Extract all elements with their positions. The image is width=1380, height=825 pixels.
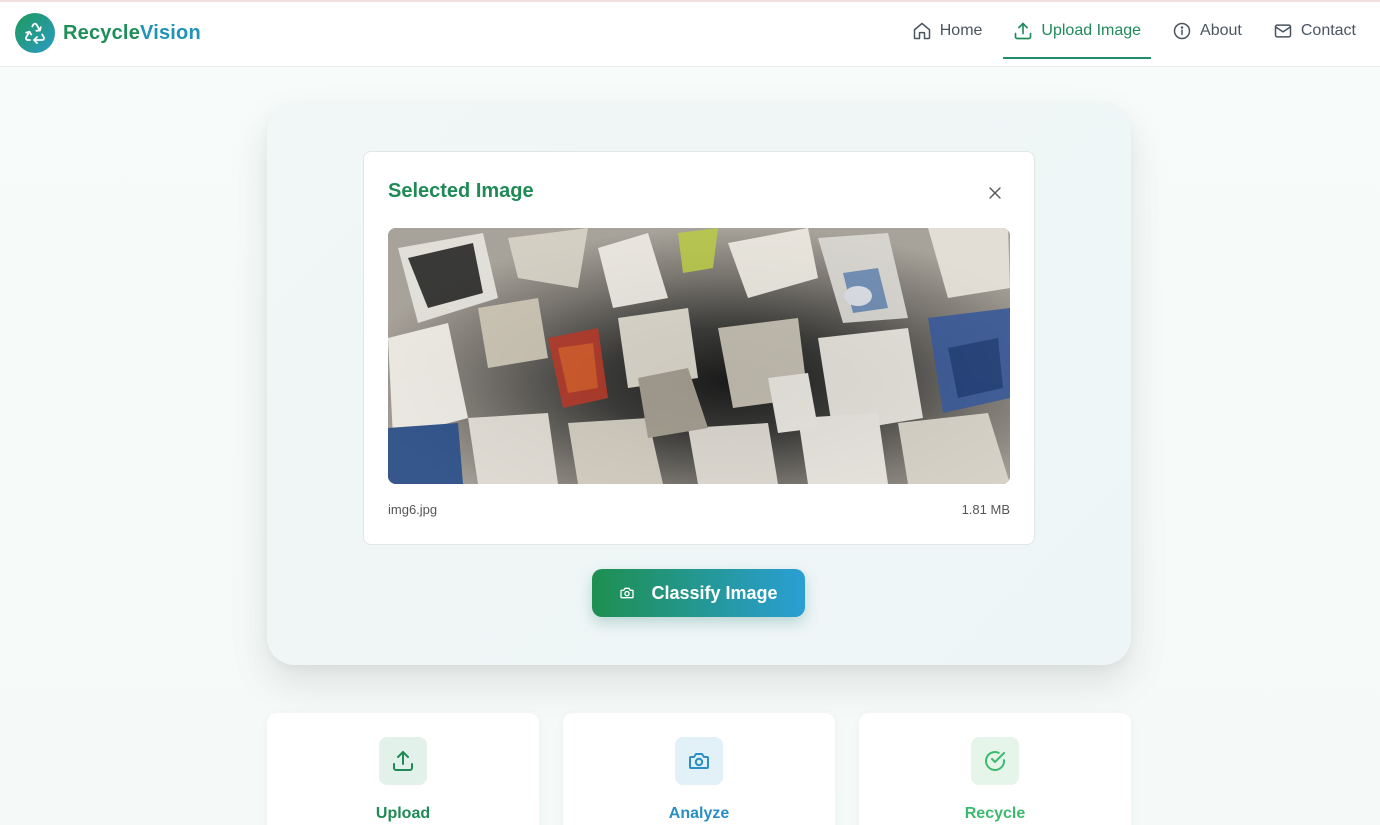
- selected-image-panel: Selected Image img6.jpg 1.81 MB: [363, 151, 1035, 545]
- nav-contact[interactable]: Contact: [1263, 2, 1366, 59]
- upload-card: Selected Image img6.jpg 1.81 MB Classify…: [267, 103, 1131, 665]
- brand-logo-link[interactable]: RecycleVision: [15, 13, 201, 53]
- step-recycle-label: Recycle: [964, 805, 1026, 822]
- nav-upload-label: Upload Image: [1041, 21, 1142, 39]
- step-analyze-icon-box: [675, 737, 723, 785]
- brand-name: RecycleVision: [63, 21, 201, 44]
- classify-button-label: Classify Image: [651, 582, 778, 603]
- upload-icon: [393, 751, 413, 771]
- mail-icon: [1274, 23, 1292, 38]
- main-nav: Home Upload Image About Contact: [891, 2, 1366, 59]
- file-name: img6.jpg: [388, 502, 438, 517]
- step-upload-icon-box: [379, 737, 427, 785]
- preview-title: Selected Image: [388, 180, 534, 202]
- image-preview: [388, 228, 1010, 484]
- step-upload-label: Upload: [375, 805, 431, 822]
- remove-image-button[interactable]: [986, 184, 1004, 202]
- step-card-upload: Upload: [267, 713, 539, 825]
- nav-about-label: About: [1200, 21, 1242, 39]
- classify-image-button[interactable]: Classify Image: [592, 569, 805, 617]
- upload-icon: [1015, 22, 1032, 39]
- check-circle-icon: [985, 751, 1005, 771]
- file-size: 1.81 MB: [961, 502, 1010, 517]
- step-card-recycle: Recycle: [859, 713, 1131, 825]
- recycle-icon: [15, 13, 55, 53]
- camera-icon: [689, 753, 709, 769]
- home-icon: [913, 22, 930, 39]
- camera-icon: [620, 587, 635, 599]
- nav-home[interactable]: Home: [902, 2, 993, 59]
- step-recycle-icon-box: [971, 737, 1019, 785]
- nav-contact-label: Contact: [1300, 21, 1356, 39]
- step-analyze-label: Analyze: [668, 805, 730, 822]
- nav-upload-image[interactable]: Upload Image: [1003, 2, 1151, 59]
- nav-home-label: Home: [939, 21, 983, 39]
- step-card-analyze: Analyze: [563, 713, 835, 825]
- app-header: RecycleVision Home Upload Image About Co…: [0, 2, 1380, 67]
- close-icon: [989, 187, 1001, 199]
- info-icon: [1173, 22, 1191, 39]
- nav-about[interactable]: About: [1162, 2, 1252, 59]
